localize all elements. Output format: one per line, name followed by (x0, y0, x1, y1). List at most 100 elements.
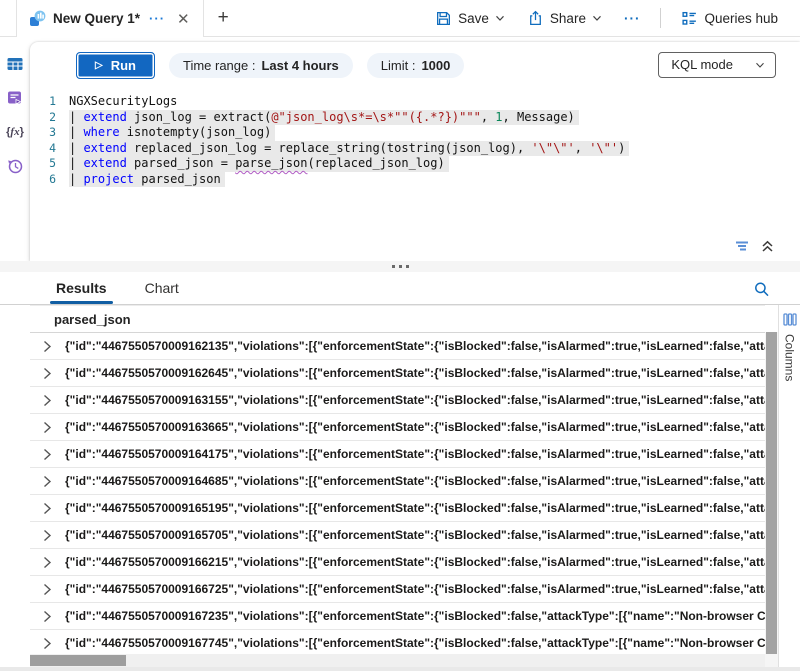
code-line: 2| extend json_log = extract(@"json_log\… (30, 110, 800, 126)
row-json-text: {"id":"4467550570009167235","violations"… (65, 609, 765, 623)
expand-row-chevron-icon[interactable] (43, 340, 55, 353)
table-row[interactable]: {"id":"4467550570009162135","violations"… (30, 333, 765, 360)
table-row[interactable]: {"id":"4467550570009163665","violations"… (30, 414, 765, 441)
table-row[interactable]: {"id":"4467550570009164175","violations"… (30, 441, 765, 468)
table-row[interactable]: {"id":"4467550570009166215","violations"… (30, 549, 765, 576)
code-lines: 1NGXSecurityLogs2| extend json_log = ext… (30, 94, 800, 187)
horizontal-scrollbar-thumb[interactable] (30, 655, 126, 666)
code-line: 3| where isnotempty(json_log) (30, 125, 800, 141)
format-lines-icon[interactable] (733, 239, 751, 253)
columns-icon[interactable] (783, 313, 797, 326)
expand-row-chevron-icon[interactable] (43, 529, 55, 542)
collapse-panel-icon[interactable] (761, 239, 774, 253)
kql-editor[interactable]: 1NGXSecurityLogs2| extend json_log = ext… (30, 88, 800, 231)
chevron-down-icon (495, 13, 505, 23)
table-row[interactable]: {"id":"4467550570009162645","violations"… (30, 360, 765, 387)
expand-row-chevron-icon[interactable] (43, 583, 55, 596)
query-toolbar: ▷ Run Time range : Last 4 hours Limit : … (30, 42, 800, 88)
tab-chart[interactable]: Chart (143, 274, 181, 304)
table-row[interactable]: {"id":"4467550570009167745","violations"… (30, 630, 765, 654)
queries-hub-label: Queries hub (704, 11, 778, 26)
line-number: 5 (30, 156, 56, 172)
row-json-text: {"id":"4467550570009166725","violations"… (65, 582, 765, 596)
code-line: 6| project parsed_json (30, 172, 800, 188)
row-json-text: {"id":"4467550570009162135","violations"… (65, 339, 765, 353)
table-row[interactable]: {"id":"4467550570009165705","violations"… (30, 522, 765, 549)
chevron-down-icon (592, 13, 602, 23)
top-actions: Save Share ··· Queries hub (427, 0, 800, 36)
connections-table-icon[interactable] (6, 55, 24, 73)
limit-label: Limit : (381, 58, 416, 73)
horizontal-scrollbar[interactable] (30, 654, 765, 667)
window-bottom-edge (0, 667, 800, 671)
query-tab[interactable]: New Query 1* ··· ✕ (16, 0, 204, 37)
tab-results[interactable]: Results (54, 274, 109, 304)
functions-icon[interactable]: {fx} (6, 123, 24, 141)
share-button[interactable]: Share (519, 6, 610, 31)
row-json-text: {"id":"4467550570009162645","violations"… (65, 366, 765, 380)
expand-row-chevron-icon[interactable] (43, 556, 55, 569)
more-actions-button[interactable]: ··· (616, 7, 649, 30)
expand-row-chevron-icon[interactable] (43, 421, 55, 434)
query-history-icon[interactable] (6, 157, 24, 175)
expand-row-chevron-icon[interactable] (43, 637, 55, 650)
row-json-text: {"id":"4467550570009164685","violations"… (65, 474, 765, 488)
time-range-value: Last 4 hours (261, 58, 338, 73)
kusto-app-icon (29, 10, 46, 27)
table-row[interactable]: {"id":"4467550570009165195","violations"… (30, 495, 765, 522)
limit-value: 1000 (421, 58, 450, 73)
line-number: 4 (30, 141, 56, 157)
code-line: 4| extend replaced_json_log = replace_st… (30, 141, 800, 157)
tab-more-icon[interactable]: ··· (147, 11, 167, 26)
share-icon (527, 10, 544, 27)
search-results-button[interactable] (753, 281, 770, 298)
saved-queries-icon[interactable] (6, 89, 24, 107)
row-json-text: {"id":"4467550570009163155","violations"… (65, 393, 765, 407)
time-range-picker[interactable]: Time range : Last 4 hours (169, 53, 353, 78)
save-label: Save (458, 11, 489, 26)
expand-row-chevron-icon[interactable] (43, 448, 55, 461)
row-json-text: {"id":"4467550570009165705","violations"… (65, 528, 765, 542)
run-button[interactable]: ▷ Run (76, 52, 155, 79)
results-body: parsed_json {"id":"4467550570009162135",… (30, 305, 800, 667)
expand-row-chevron-icon[interactable] (43, 475, 55, 488)
table-row[interactable]: {"id":"4467550570009166725","violations"… (30, 576, 765, 603)
queries-hub-button[interactable]: Queries hub (673, 6, 786, 31)
query-mode-value: KQL mode (671, 57, 733, 72)
left-rail: {fx} (0, 37, 30, 261)
line-number: 3 (30, 125, 56, 141)
tab-close-icon[interactable]: ✕ (174, 10, 193, 28)
results-tabs: Results Chart (0, 272, 800, 305)
panel-splitter-handle[interactable] (0, 261, 800, 272)
column-header-parsed-json[interactable]: parsed_json (30, 306, 765, 333)
query-mode-select[interactable]: KQL mode (658, 52, 776, 78)
vertical-scrollbar[interactable] (765, 332, 778, 667)
run-label: Run (111, 58, 136, 73)
code-text: | extend json_log = extract(@"json_log\s… (69, 110, 579, 126)
row-json-text: {"id":"4467550570009165195","violations"… (65, 501, 765, 515)
save-button[interactable]: Save (427, 6, 513, 31)
expand-row-chevron-icon[interactable] (43, 610, 55, 623)
code-text: | extend parsed_json = parse_json(replac… (69, 156, 449, 172)
query-panel: ▷ Run Time range : Last 4 hours Limit : … (30, 42, 800, 261)
code-line: 5 | extend parsed_json = parse_json(repla… (30, 156, 800, 172)
vertical-scrollbar-thumb[interactable] (766, 332, 777, 654)
query-section: {fx} ▷ Run Time range : Last 4 hours Lim… (0, 37, 800, 261)
tab-title: New Query 1* (53, 11, 140, 26)
results-panel: Results Chart parsed_json {"id":"4467550… (0, 272, 800, 667)
row-json-text: {"id":"4467550570009167745","violations"… (65, 636, 765, 650)
queries-hub-icon (681, 10, 698, 27)
expand-row-chevron-icon[interactable] (43, 502, 55, 515)
limit-picker[interactable]: Limit : 1000 (367, 53, 465, 78)
table-row[interactable]: {"id":"4467550570009164685","violations"… (30, 468, 765, 495)
expand-row-chevron-icon[interactable] (43, 394, 55, 407)
columns-panel-label[interactable]: Columns (783, 334, 797, 381)
editor-footer (30, 231, 800, 261)
play-icon: ▷ (95, 60, 103, 71)
new-tab-button[interactable]: + (204, 0, 243, 36)
table-row[interactable]: {"id":"4467550570009163155","violations"… (30, 387, 765, 414)
top-bar: New Query 1* ··· ✕ + Save Share ··· Quer… (0, 0, 800, 37)
chevron-down-icon (755, 60, 765, 70)
expand-row-chevron-icon[interactable] (43, 367, 55, 380)
table-row[interactable]: {"id":"4467550570009167235","violations"… (30, 603, 765, 630)
